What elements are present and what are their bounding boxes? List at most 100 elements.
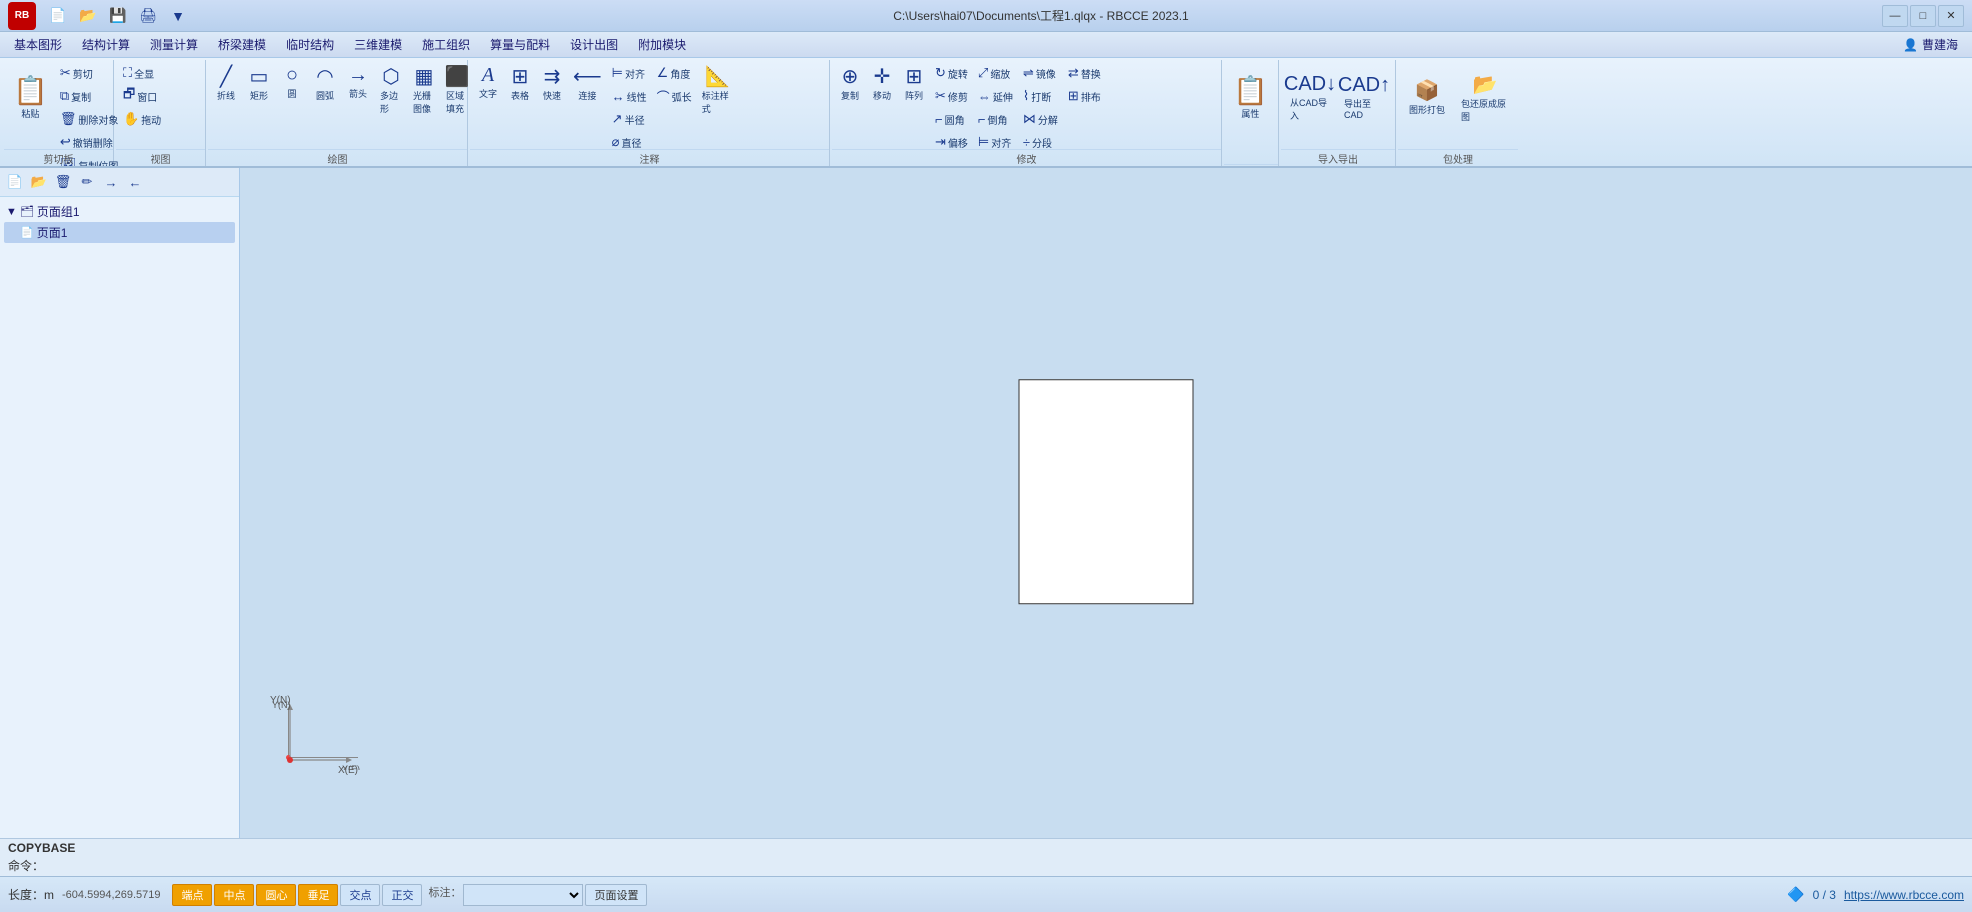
tree-root[interactable]: ▼ 🗂 页面组1 [4,201,235,222]
open-file-btn[interactable]: 📂 [74,3,102,29]
lp-new-btn[interactable]: 📄 [4,171,26,193]
arc-icon: ◠ [316,64,333,89]
table-btn[interactable]: ⊞ 表格 [505,62,535,104]
chamfer-btn[interactable]: ⌐ 倒角 [974,108,1017,130]
menu-3d-model[interactable]: 三维建模 [344,33,412,56]
menu-bridge-model[interactable]: 桥梁建模 [208,33,276,56]
snap-perpendicular[interactable]: 垂足 [298,884,338,906]
annotation-label: 注释 [470,149,829,166]
polygon-btn[interactable]: ⬡ 多边形 [376,62,406,117]
divide-icon: ÷ [1023,135,1030,150]
canvas-area[interactable]: Y(N) X(E) Y(N) X(E) [240,168,1972,838]
fast-btn[interactable]: ⇉ 快速 [537,62,567,104]
snap-midpoint[interactable]: 中点 [214,884,254,906]
break-btn[interactable]: ⌇ 打断 [1019,85,1062,107]
annotation-group: A 文字 ⊞ 表格 ⇉ 快速 ⟵ 连接 ⊨ 对齐 ↔ [470,60,830,168]
copy-btn[interactable]: ⧉ 复制 [56,85,123,107]
annotation-dropdown[interactable] [463,884,583,906]
circle-btn[interactable]: ○ 圆 [277,62,307,102]
minimize-btn[interactable]: — [1882,5,1908,27]
trim-btn[interactable]: ✂ 修剪 [931,85,972,107]
window-btn[interactable]: 🗗 窗口 [119,85,165,107]
lp-delete-btn[interactable]: 🗑 [52,171,74,193]
cmd-input-row: 命令： [8,857,1964,874]
snap-ortho[interactable]: 正交 [382,884,422,906]
fullscreen-btn[interactable]: ⛶ 全显 [119,62,165,84]
polygon-icon: ⬡ [382,64,399,89]
menu-construction[interactable]: 施工组织 [412,33,480,56]
pack-btn[interactable]: 📦 图形打包 [1401,62,1453,132]
halfradius-btn[interactable]: ↗ 半径 [608,108,651,130]
rotate-btn[interactable]: ↻ 旋转 [931,62,972,84]
cmd-input[interactable] [48,858,448,874]
lp-open-btn[interactable]: 📂 [28,171,50,193]
diameter-icon: ⌀ [612,134,620,150]
angle-btn[interactable]: ∠ 角度 [653,62,696,84]
offset-icon: ⇥ [935,134,946,150]
to-cad-btn[interactable]: CAD↑ 导出至CAD [1338,62,1390,132]
cut-btn[interactable]: ✂ 剪切 [56,62,123,84]
snap-intersection[interactable]: 交点 [340,884,380,906]
extend-btn[interactable]: ⇔ 延伸 [974,85,1017,107]
lp-outdent-btn[interactable]: ← [124,171,146,193]
menu-design-output[interactable]: 设计出图 [560,33,628,56]
menu-structural-calc[interactable]: 结构计算 [72,33,140,56]
lp-rename-btn[interactable]: ✏ [76,171,98,193]
menu-basic-shapes[interactable]: 基本图形 [4,33,72,56]
align-btn[interactable]: ⊨ 对齐 [608,62,651,84]
move-btn[interactable]: ✛ 移动 [867,62,897,104]
snap-buttons: 端点 中点 圆心 垂足 交点 正交 标注： 页面设置 [172,884,647,906]
website-link[interactable]: https://www.rbcce.com [1844,888,1964,902]
username: 曹建海 [1922,36,1958,53]
arclength-btn[interactable]: ⌒ 弧长 [653,85,696,107]
from-cad-icon: CAD↓ [1284,73,1336,96]
arc-btn[interactable]: ◠ 圆弧 [310,62,340,104]
paste-btn[interactable]: 📋 粘贴 [7,62,54,132]
mirror-btn[interactable]: ⇌ 镜像 [1019,62,1062,84]
menu-temp-struct[interactable]: 临时结构 [276,33,344,56]
quick-access-arrow[interactable]: ▼ [164,3,192,29]
mirror-icon: ⇌ [1023,65,1034,81]
save-btn[interactable]: 💾 [104,3,132,29]
replace-btn[interactable]: ⇄ 替换 [1064,62,1105,84]
lp-indent-btn[interactable]: → [100,171,122,193]
scale-btn[interactable]: ⤢ 缩放 [974,62,1017,84]
tree-page-1[interactable]: 📄 页面1 [4,222,235,243]
explode-icon: ⋈ [1023,111,1036,127]
from-cad-btn[interactable]: CAD↓ 从CAD导入 [1284,62,1336,132]
packaging-group: 📦 图形打包 📂 包还原成原图 包处理 [1398,60,1518,168]
mark-style-btn[interactable]: 📐 标注样式 [698,62,738,117]
polyline-btn[interactable]: ╱ 折线 [211,62,241,104]
rect-btn[interactable]: ▭ 矩形 [244,62,274,104]
new-file-btn[interactable]: 📄 [44,3,72,29]
text-btn[interactable]: A 文字 [473,62,503,102]
restore-btn[interactable]: 📂 包还原成原图 [1455,62,1515,132]
menu-quantity[interactable]: 算量与配料 [480,33,560,56]
drag-btn[interactable]: ✋ 拖动 [119,108,165,130]
linear-btn[interactable]: ↔ 线性 [608,85,651,107]
array-btn[interactable]: ⊞ 阵列 [899,62,929,104]
copybase-cmd: COPYBASE [8,841,1964,855]
fill-btn[interactable]: ⬛ 区域填充 [442,62,472,117]
fillet-btn[interactable]: ⌐ 圆角 [931,108,972,130]
hatch-btn[interactable]: ▦ 光栅图像 [409,62,439,117]
print-btn[interactable]: 🖨 [134,3,162,29]
copy2-btn[interactable]: ⊕ 复制 [835,62,865,104]
close-btn[interactable]: ✕ [1938,5,1964,27]
menu-survey-calc[interactable]: 测量计算 [140,33,208,56]
properties-btn[interactable]: 📋 属性 [1227,62,1274,132]
maximize-btn[interactable]: □ [1910,5,1936,27]
arrow-btn[interactable]: → 箭头 [343,62,373,102]
snap-center[interactable]: 圆心 [256,884,296,906]
snap-endpoint[interactable]: 端点 [172,884,212,906]
explode-btn[interactable]: ⋈ 分解 [1019,108,1062,130]
arrange-btn[interactable]: ⊞ 排布 [1064,85,1105,107]
page-settings-btn[interactable]: 页面设置 [585,884,647,906]
view-label: 视图 [116,149,205,166]
delete-obj-btn[interactable]: 🗑 删除对象 [56,108,123,130]
linear-icon: ↔ [612,89,625,104]
user-info: 👤 曹建海 [1903,36,1968,53]
menu-addons[interactable]: 附加模块 [628,33,696,56]
connect-btn[interactable]: ⟵ 连接 [569,62,606,104]
align-icon: ⊨ [612,65,623,81]
